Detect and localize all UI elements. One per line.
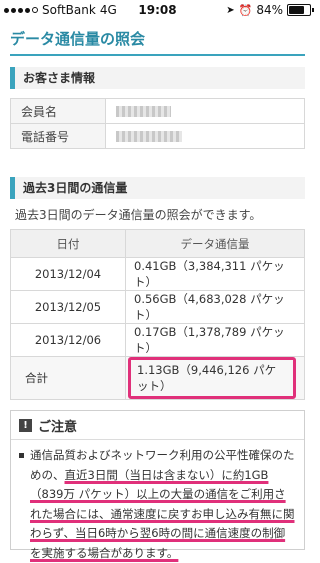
notice-text-emphasis: 直近3日間（当日は含まない）に約1GB（839万 パケット）以上の大量の通信をご… bbox=[30, 467, 295, 560]
member-name-value bbox=[105, 98, 305, 124]
usage-amount: 0.17GB（1,378,789 パケット） bbox=[125, 323, 305, 357]
title-divider bbox=[10, 54, 305, 56]
usage-date: 2013/12/04 bbox=[10, 257, 126, 291]
battery-percent: 84% bbox=[256, 3, 283, 17]
table-row: 電話番号 bbox=[10, 123, 305, 149]
notice-text: 通信品質およびネットワーク利用の公平性確保のための、直近3日間（当日は含まない）… bbox=[30, 446, 296, 563]
total-amount-cell: 1.13GB（9,446,126 パケット） bbox=[125, 356, 305, 400]
usage-date: 2013/12/06 bbox=[10, 323, 126, 357]
total-amount-highlight: 1.13GB（9,446,126 パケット） bbox=[128, 357, 296, 399]
customer-info-heading: お客さま情報 bbox=[10, 67, 305, 89]
total-label: 合計 bbox=[10, 356, 126, 400]
page-title: データ通信量の照会 bbox=[10, 30, 146, 48]
battery-icon bbox=[287, 4, 314, 16]
status-right: ➤ ⏰ 84% bbox=[226, 3, 314, 17]
alarm-icon: ⏰ bbox=[238, 3, 253, 17]
table-row: 2013/12/05 0.56GB（4,683,028 パケット） bbox=[10, 290, 305, 324]
notice-box: ! ご注意 通信品質およびネットワーク利用の公平性確保のための、直近3日間（当日… bbox=[10, 410, 305, 560]
phone-number-value bbox=[105, 123, 305, 149]
redacted-name bbox=[116, 106, 171, 117]
warning-icon: ! bbox=[19, 418, 32, 432]
date-column-header: 日付 bbox=[10, 229, 126, 258]
location-icon: ➤ bbox=[226, 4, 235, 16]
redacted-phone bbox=[116, 131, 182, 142]
amount-column-header: データ通信量 bbox=[125, 229, 305, 258]
table-row: 2013/12/04 0.41GB（3,384,311 パケット） bbox=[10, 257, 305, 291]
usage-table-header: 日付 データ通信量 bbox=[10, 229, 305, 258]
member-name-label: 会員名 bbox=[10, 98, 106, 124]
notice-header: ! ご注意 bbox=[11, 411, 304, 440]
status-bar: SoftBank 4G 19:08 ➤ ⏰ 84% bbox=[0, 0, 315, 20]
usage-amount: 0.41GB（3,384,311 パケット） bbox=[125, 257, 305, 291]
usage-amount: 0.56GB（4,683,028 パケット） bbox=[125, 290, 305, 324]
usage-date: 2013/12/05 bbox=[10, 290, 126, 324]
customer-info-table: 会員名 電話番号 bbox=[10, 98, 305, 149]
table-row: 2013/12/06 0.17GB（1,378,789 パケット） bbox=[10, 323, 305, 357]
bullet-icon bbox=[19, 453, 24, 458]
usage-total-row: 合計 1.13GB（9,446,126 パケット） bbox=[10, 356, 305, 400]
table-row: 会員名 bbox=[10, 98, 305, 124]
notice-heading: ご注意 bbox=[38, 419, 78, 435]
usage-heading: 過去3日間の通信量 bbox=[10, 177, 305, 199]
usage-intro-text: 過去3日間のデータ通信量の照会ができます。 bbox=[15, 208, 262, 222]
usage-table: 日付 データ通信量 2013/12/04 0.41GB（3,384,311 パケ… bbox=[10, 229, 305, 400]
notice-body: 通信品質およびネットワーク利用の公平性確保のための、直近3日間（当日は含まない）… bbox=[11, 440, 304, 563]
phone-number-label: 電話番号 bbox=[10, 123, 106, 149]
